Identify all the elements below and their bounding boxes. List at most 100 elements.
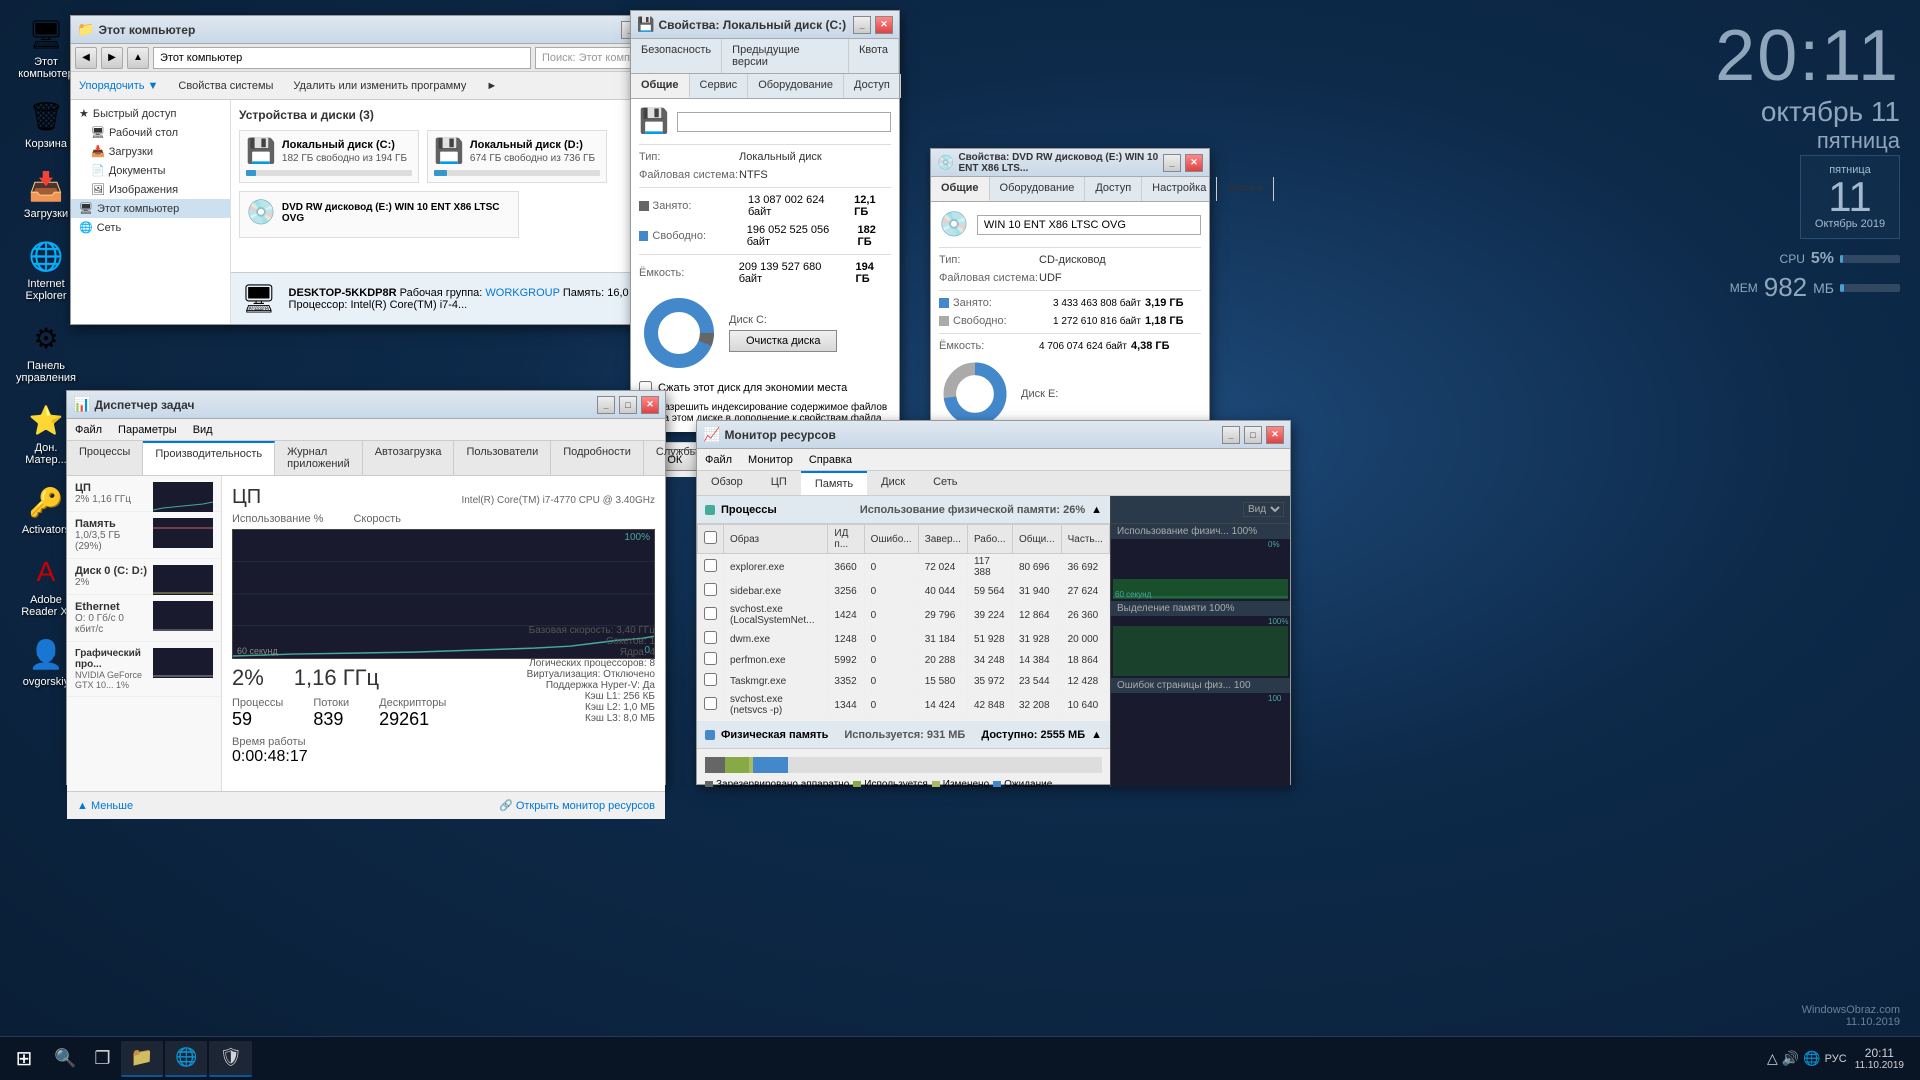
proc-checkbox[interactable] — [698, 629, 724, 650]
dpc-clean-btn[interactable]: Очистка диска — [729, 330, 837, 352]
fe-drive-e[interactable]: 💿 DVD RW дисковод (E:) WIN 10 ENT X86 LT… — [239, 191, 519, 238]
proc-checkbox[interactable] — [698, 581, 724, 602]
proc-checkbox[interactable] — [698, 554, 724, 581]
rm-tab-overview[interactable]: Обзор — [697, 471, 757, 495]
dpc-close-btn[interactable]: ✕ — [875, 16, 893, 34]
tm-procs-value: 59 — [232, 709, 283, 730]
fe-ribbon-organize[interactable]: Упорядочить ▼ — [79, 80, 158, 92]
fe-sidebar-quick-access[interactable]: ★ Быстрый доступ — [71, 104, 230, 123]
tm-sidebar-ethernet[interactable]: Ethernet О: 0 Гб/с 0 кбит/с — [67, 595, 221, 642]
dpc-tab-prev[interactable]: Предыдущие версии — [722, 39, 849, 73]
tm-tab-startup[interactable]: Автозагрузка — [363, 441, 455, 475]
tray-language[interactable]: РУС — [1825, 1053, 1847, 1065]
fe-up-btn[interactable]: ▲ — [127, 47, 149, 69]
fe-sidebar-desktop[interactable]: 🖥 Рабочий стол — [71, 123, 230, 142]
tm-tab-users[interactable]: Пользователи — [454, 441, 551, 475]
fe-back-btn[interactable]: ◀ — [75, 47, 97, 69]
fe-ribbon-more[interactable]: ► — [486, 80, 497, 92]
rm-menu-file[interactable]: Файл — [705, 454, 732, 466]
taskbar-search-btn[interactable]: 🔍 — [46, 1041, 84, 1077]
rm-col-err[interactable]: Ошибо... — [864, 525, 918, 554]
tray-arrow-icon[interactable]: △ — [1767, 1050, 1778, 1067]
dvd-tab-settings[interactable]: Настройка — [1142, 177, 1217, 201]
proc-checkbox[interactable] — [698, 650, 724, 671]
tm-minimize-btn[interactable]: _ — [597, 396, 615, 414]
tm-less-btn[interactable]: ▲ Меньше — [77, 800, 133, 812]
dpc-disk-name[interactable] — [677, 112, 891, 132]
fe-sidebar-pictures[interactable]: 🖼 Изображения — [71, 180, 230, 199]
dvd-close-btn[interactable]: ✕ — [1185, 154, 1203, 172]
desktop-icon-control-panel[interactable]: ⚙ Панель управления — [10, 314, 82, 388]
fe-sidebar-this-pc[interactable]: 🖥 Этот компьютер — [71, 199, 230, 218]
proc-checkbox[interactable] — [698, 692, 724, 719]
dpc-tab-general[interactable]: Общие — [631, 74, 690, 98]
tm-sidebar-disk[interactable]: Диск 0 (C: D:) 2% — [67, 559, 221, 595]
tm-tab-app-history[interactable]: Журнал приложений — [275, 441, 363, 475]
proc-checkbox[interactable] — [698, 671, 724, 692]
tray-volume-icon[interactable]: 🔊 — [1782, 1050, 1799, 1067]
fe-sidebar-network[interactable]: 🌐 Сеть — [71, 218, 230, 237]
taskbar-explorer-btn[interactable]: 📁 — [121, 1041, 163, 1077]
tm-monitor-link[interactable]: 🔗 Открыть монитор ресурсов — [499, 799, 655, 812]
rm-tab-memory[interactable]: Память — [801, 471, 867, 495]
fe-sidebar-downloads[interactable]: 📥 Загрузки — [71, 142, 230, 161]
dvd-tab-general[interactable]: Общие — [931, 177, 990, 201]
dvd-tab-access[interactable]: Доступ — [1085, 177, 1142, 201]
dvd-tab-write[interactable]: Запись — [1217, 177, 1274, 201]
rm-view-select[interactable]: Вид — [1243, 502, 1284, 517]
rm-col-name[interactable]: Образ — [724, 525, 828, 554]
fe-drive-c[interactable]: 💾 Локальный диск (C:) 182 ГБ свободно из… — [239, 130, 419, 183]
rm-menu-monitor[interactable]: Монитор — [748, 454, 793, 466]
rm-mem-expand-icon[interactable]: ▲ — [1091, 729, 1102, 741]
taskbar-taskview-btn[interactable]: ❐ — [86, 1041, 118, 1077]
start-button[interactable]: ⊞ — [4, 1039, 44, 1079]
rm-col-private[interactable]: Часть... — [1061, 525, 1109, 554]
rm-col-commit[interactable]: Завер... — [918, 525, 967, 554]
tm-menu-view[interactable]: Вид — [193, 424, 213, 436]
tm-maximize-btn[interactable]: □ — [619, 396, 637, 414]
taskbar-antivirus-btn[interactable]: 🛡 — [209, 1041, 252, 1077]
proc-commit: 15 580 — [918, 671, 967, 692]
tm-menu-params[interactable]: Параметры — [118, 424, 177, 436]
tray-network-icon[interactable]: 🌐 — [1803, 1050, 1820, 1067]
tm-sidebar-cpu[interactable]: ЦП 2% 1,16 ГГц — [67, 476, 221, 512]
proc-shared: 31 928 — [1012, 629, 1061, 650]
dvd-disk-name[interactable] — [977, 215, 1201, 235]
fe-sidebar-documents[interactable]: 📄 Документы — [71, 161, 230, 180]
rm-col-shared[interactable]: Общи... — [1012, 525, 1061, 554]
fe-address-bar[interactable]: Этот компьютер — [153, 47, 531, 69]
tm-tab-processes[interactable]: Процессы — [67, 441, 143, 475]
proc-checkbox[interactable] — [698, 602, 724, 629]
tm-tab-performance[interactable]: Производительность — [143, 441, 275, 475]
dpc-tab-service[interactable]: Сервис — [690, 74, 749, 98]
rm-col-work[interactable]: Рабо... — [967, 525, 1012, 554]
fe-forward-btn[interactable]: ▶ — [101, 47, 123, 69]
dpc-tab-security[interactable]: Безопасность — [631, 39, 722, 73]
taskbar-browser-btn[interactable]: 🌐 — [165, 1041, 207, 1077]
tm-sidebar-memory[interactable]: Память 1,0/3,5 ГБ (29%) — [67, 512, 221, 559]
rm-tab-disk[interactable]: Диск — [867, 471, 919, 495]
fe-ribbon-props[interactable]: Свойства системы — [178, 80, 273, 92]
rm-menu-help[interactable]: Справка — [809, 454, 852, 466]
tm-tab-details[interactable]: Подробности — [551, 441, 644, 475]
rm-proc-expand-icon[interactable]: ▲ — [1091, 504, 1102, 516]
tm-close-btn[interactable]: ✕ — [641, 396, 659, 414]
rm-col-pid[interactable]: ИД п... — [828, 525, 864, 554]
rm-maximize-btn[interactable]: □ — [1244, 426, 1262, 444]
dpc-tab-hardware[interactable]: Оборудование — [748, 74, 844, 98]
dvd-minimize-btn[interactable]: _ — [1163, 154, 1181, 172]
tray-time[interactable]: 20:11 11.10.2019 — [1851, 1046, 1908, 1071]
fe-ribbon-remove[interactable]: Удалить или изменить программу — [293, 80, 466, 92]
rm-select-all[interactable] — [704, 531, 717, 544]
dpc-tab-access[interactable]: Доступ — [844, 74, 901, 98]
dpc-tab-quota[interactable]: Квота — [849, 39, 899, 73]
rm-tab-network[interactable]: Сеть — [919, 471, 971, 495]
tm-sidebar-gpu[interactable]: Графический про... NVIDIA GeForce GTX 10… — [67, 642, 221, 697]
rm-close-btn[interactable]: ✕ — [1266, 426, 1284, 444]
rm-tab-cpu[interactable]: ЦП — [757, 471, 801, 495]
rm-minimize-btn[interactable]: _ — [1222, 426, 1240, 444]
tm-menu-file[interactable]: Файл — [75, 424, 102, 436]
fe-drive-d[interactable]: 💾 Локальный диск (D:) 674 ГБ свободно из… — [427, 130, 607, 183]
dvd-tab-hardware[interactable]: Оборудование — [990, 177, 1086, 201]
dpc-minimize-btn[interactable]: _ — [853, 16, 871, 34]
